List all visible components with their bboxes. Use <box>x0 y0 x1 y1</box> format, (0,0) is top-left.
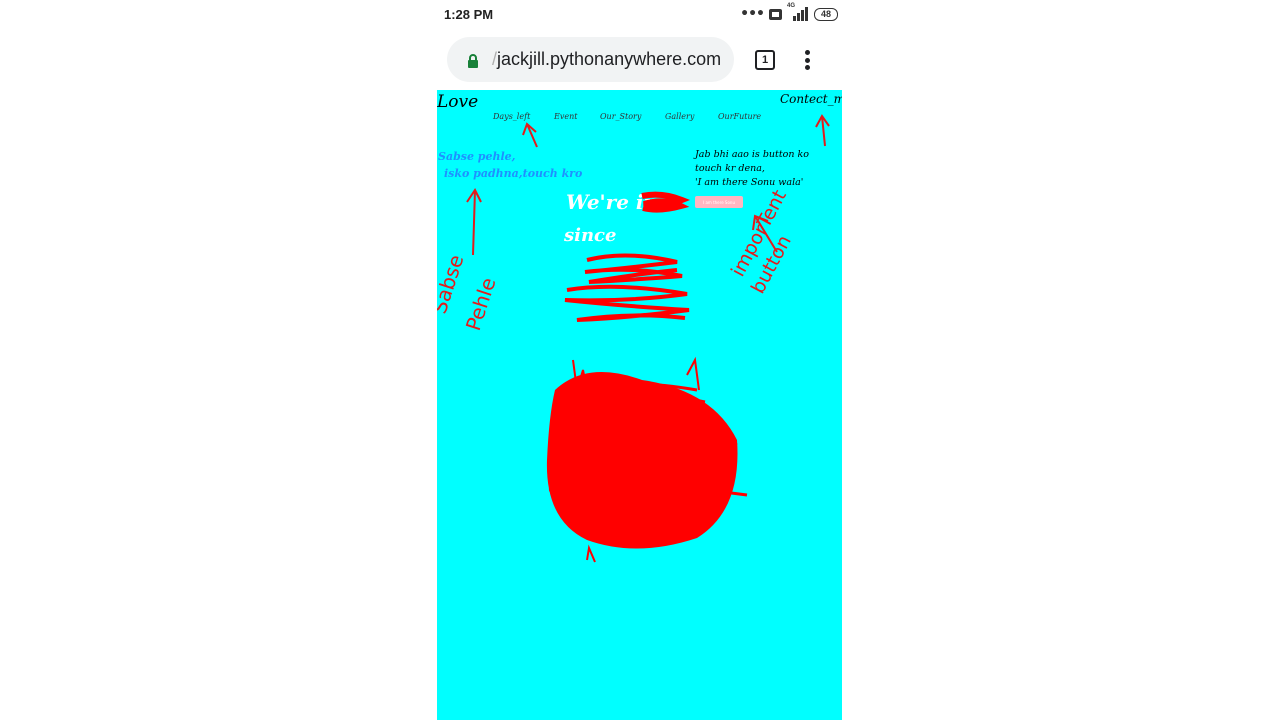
arrow-up-icon <box>522 122 538 148</box>
more-notifications-icon: ••• <box>740 6 765 22</box>
signal-icon: 4G <box>787 3 809 21</box>
battery-icon: 48 <box>814 7 838 21</box>
redaction-blob <box>546 372 738 549</box>
redaction-scribble-1 <box>641 191 691 213</box>
status-bar: 1:28 PM ••• 4G 48 <box>437 0 842 30</box>
arrow-up-icon <box>466 188 482 256</box>
url-text: /jackjill.pythonanywhere.com <box>492 49 722 69</box>
lock-icon <box>468 54 478 68</box>
annotation-overlay: Sabse Pehle imporTent button <box>437 114 830 563</box>
web-page: Love Contect_me Days_left Event Our_Stor… <box>437 90 842 720</box>
address-bar[interactable]: /jackjill.pythonanywhere.com <box>447 37 734 82</box>
redaction-scribble-2 <box>584 253 683 284</box>
tab-switcher-button[interactable]: 1 <box>755 50 775 70</box>
status-time: 1:28 PM <box>444 7 494 22</box>
status-icons: ••• 4G 48 <box>740 3 838 22</box>
sim-icon <box>769 8 782 20</box>
scribble-label-pehle: Pehle <box>461 275 501 334</box>
redaction-scribble-3 <box>564 284 690 322</box>
overflow-menu-icon[interactable] <box>805 50 811 70</box>
scribble-label-sabse: Sabse <box>437 252 468 317</box>
arrow-up-icon <box>815 114 830 147</box>
browser-toolbar: /jackjill.pythonanywhere.com 1 <box>437 30 842 90</box>
